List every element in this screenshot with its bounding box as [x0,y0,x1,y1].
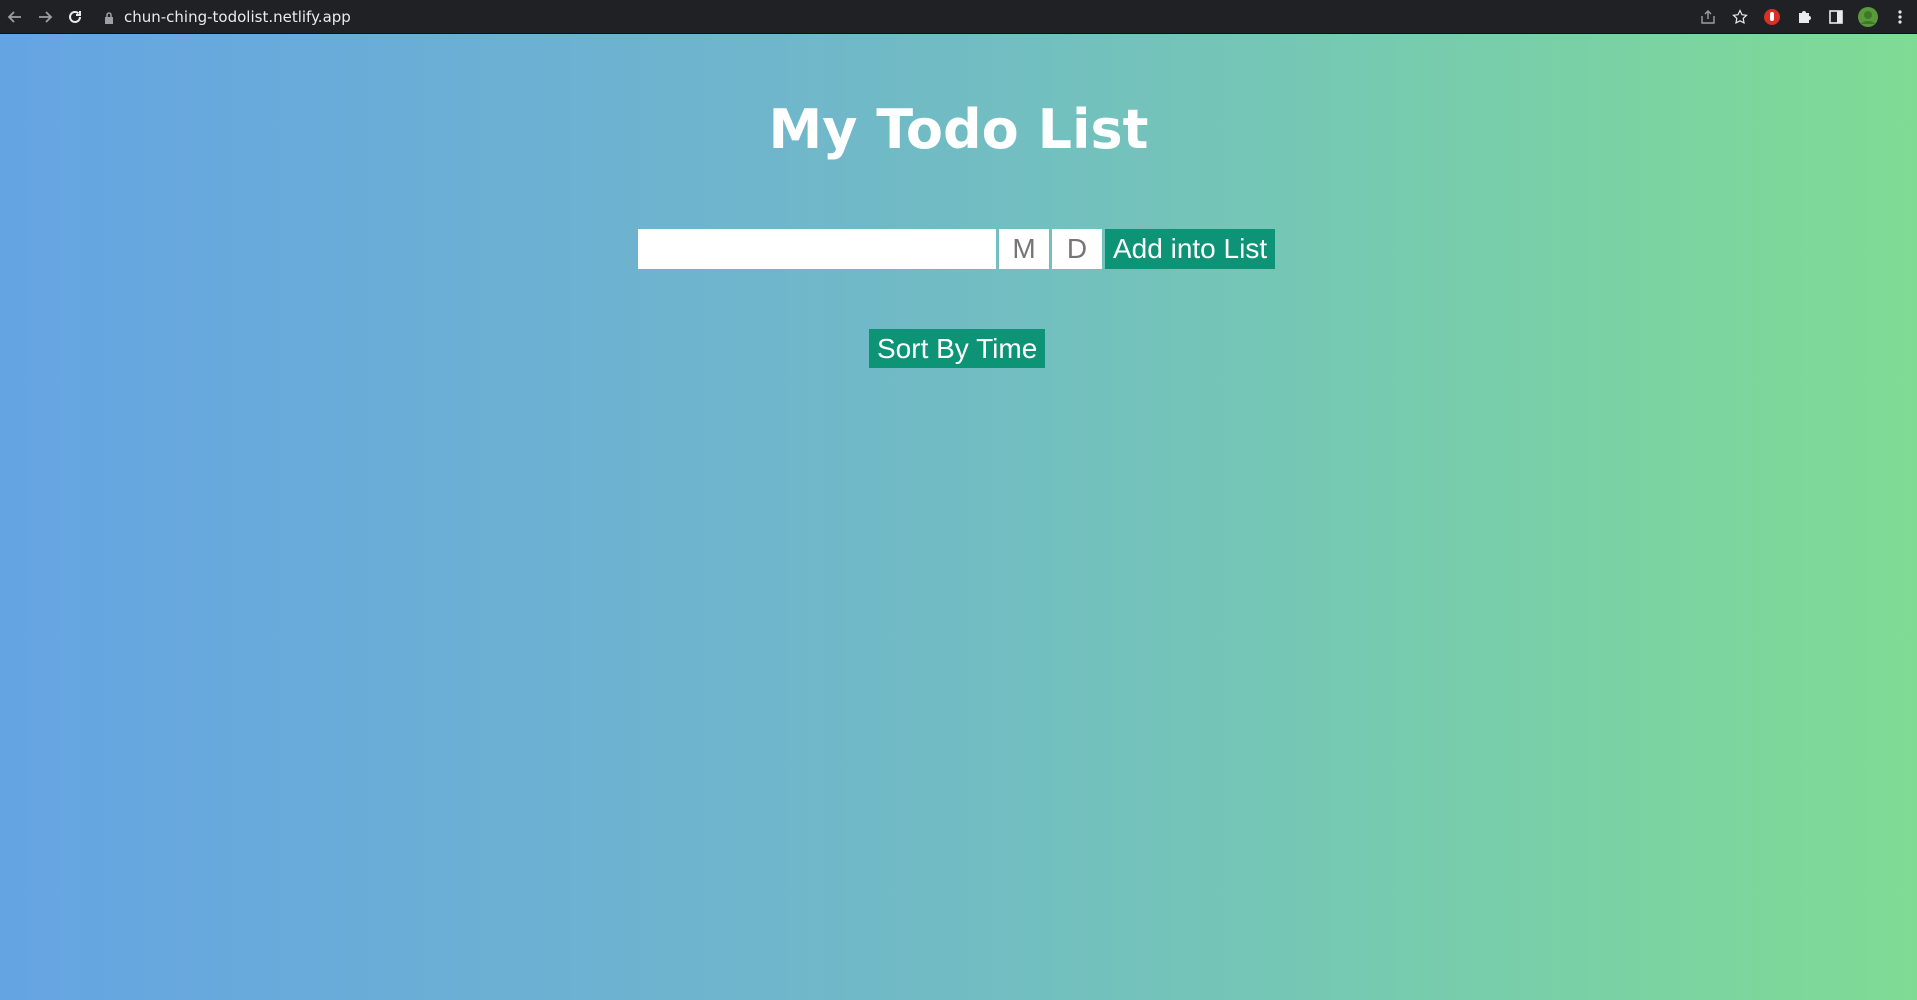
month-input[interactable] [999,229,1049,269]
add-todo-form: Add into List [638,229,1276,269]
profile-avatar-icon[interactable] [1857,6,1879,28]
sort-by-time-button[interactable]: Sort By Time [869,329,1046,368]
lock-icon [104,11,114,24]
reload-icon[interactable] [60,2,90,32]
puzzle-icon[interactable] [1793,6,1815,28]
page-title: My Todo List [768,98,1149,161]
todo-input[interactable] [638,229,996,269]
share-icon[interactable] [1697,6,1719,28]
day-input[interactable] [1052,229,1102,269]
kebab-menu-icon[interactable] [1889,6,1911,28]
extension-red-icon[interactable] [1761,6,1783,28]
url-text: chun-ching-todolist.netlify.app [124,7,351,26]
page-background: My Todo List Add into List Sort By Time [0,34,1917,1000]
back-arrow-icon[interactable] [0,2,30,32]
star-icon[interactable] [1729,6,1751,28]
browser-toolbar: chun-ching-todolist.netlify.app [0,0,1917,33]
add-into-list-button[interactable]: Add into List [1105,229,1276,269]
address-bar[interactable]: chun-ching-todolist.netlify.app [104,3,351,31]
side-panel-icon[interactable] [1825,6,1847,28]
forward-arrow-icon[interactable] [30,2,60,32]
